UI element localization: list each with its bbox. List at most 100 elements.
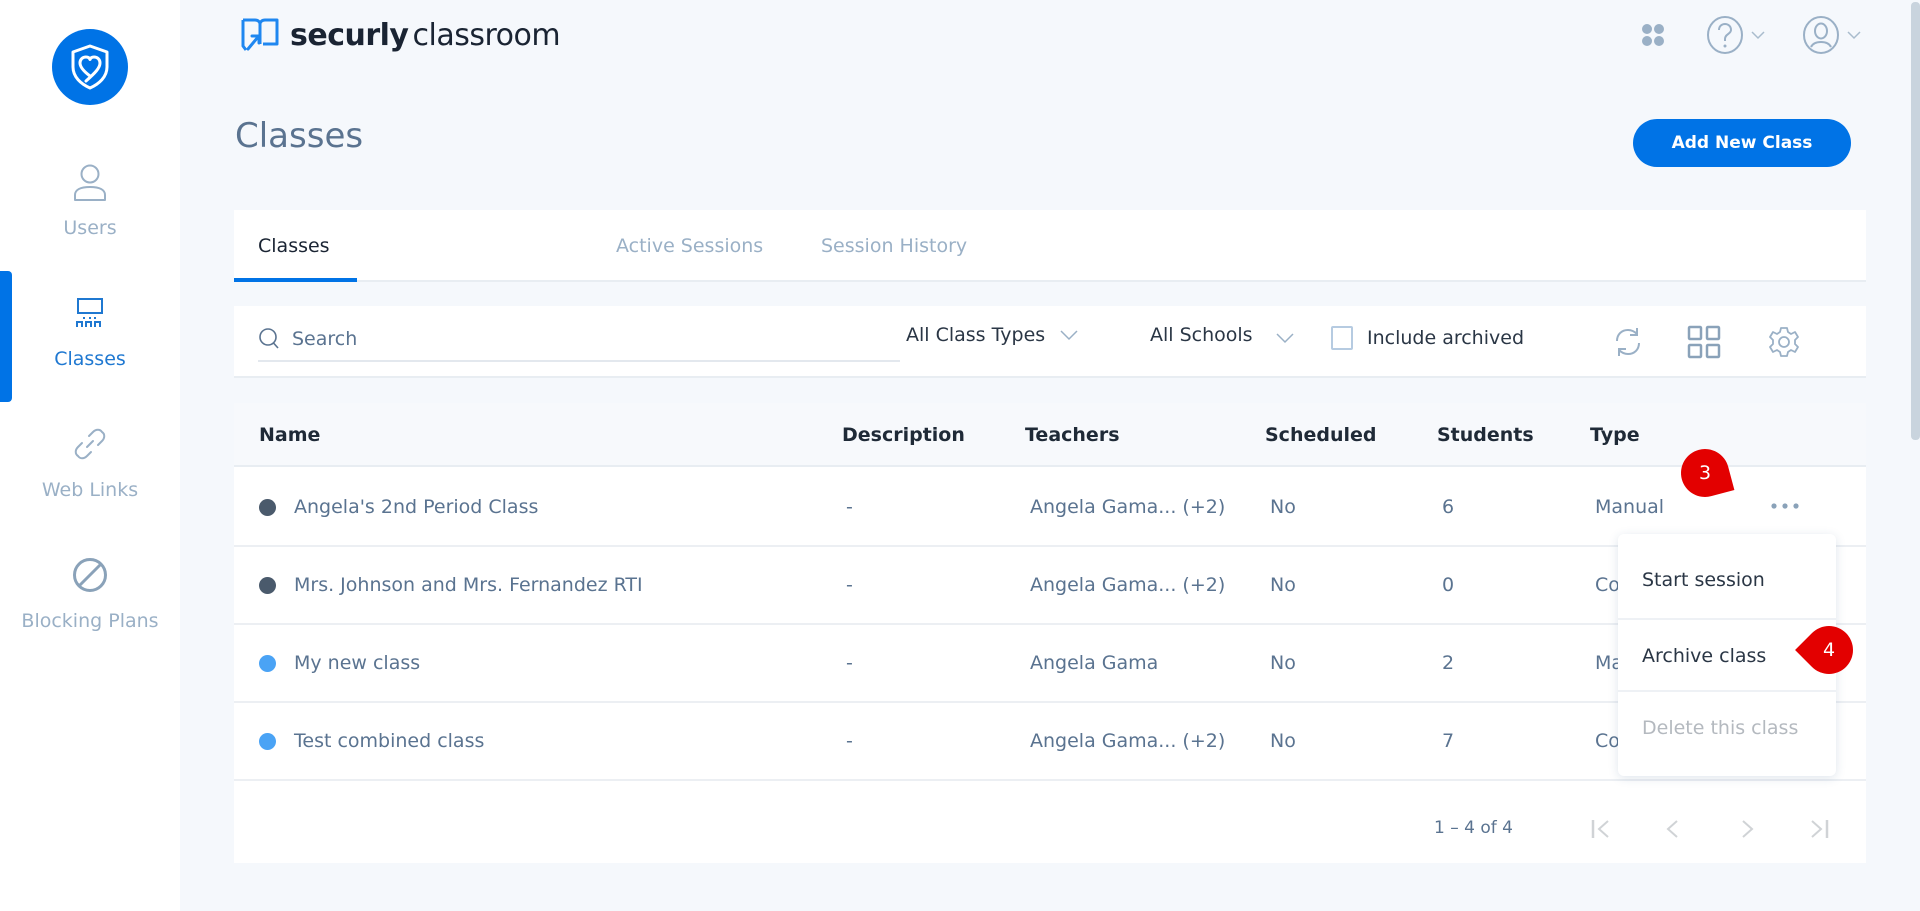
class-status-dot — [259, 577, 276, 594]
class-description: - — [846, 730, 853, 752]
sidebar-item-label: Blocking Plans — [21, 610, 159, 632]
sidebar-item-web-links[interactable]: Web Links — [0, 402, 180, 532]
column-header-type[interactable]: Type — [1590, 403, 1640, 467]
class-description: - — [846, 496, 853, 518]
brand-name-bold: securly — [290, 17, 409, 53]
chevron-down-icon — [1751, 31, 1765, 40]
filter-toolbar: All Class Types All Schools Include arch… — [234, 306, 1866, 378]
class-status-dot — [259, 733, 276, 750]
sidebar-item-blocking-plans[interactable]: Blocking Plans — [0, 533, 180, 663]
first-page-icon — [1591, 820, 1609, 838]
column-header-description[interactable]: Description — [842, 403, 965, 467]
column-header-name[interactable]: Name — [259, 403, 320, 467]
shield-heart-icon — [71, 44, 109, 90]
securly-logo[interactable] — [52, 29, 128, 105]
account-icon — [1803, 16, 1839, 54]
last-page-icon — [1811, 820, 1829, 838]
school-filter-dropdown[interactable]: All Schools — [1150, 324, 1295, 346]
help-menu-button[interactable] — [1706, 15, 1766, 55]
page-title: Classes — [235, 116, 364, 156]
search-input[interactable] — [292, 328, 872, 350]
sidebar-item-users[interactable]: Users — [0, 140, 180, 270]
account-menu-button[interactable] — [1802, 15, 1862, 55]
class-name[interactable]: Mrs. Johnson and Mrs. Fernandez RTI — [294, 547, 643, 623]
table-header: Name Description Teachers Scheduled Stud… — [234, 403, 1866, 467]
class-name[interactable]: My new class — [294, 625, 420, 701]
chevron-down-icon — [1276, 333, 1294, 344]
class-type: Co — [1595, 730, 1620, 752]
class-teachers: Angela Gama... (+2) — [1030, 574, 1226, 596]
scrollbar-thumb[interactable] — [1911, 2, 1920, 440]
refresh-button[interactable] — [1608, 322, 1648, 362]
include-archived-toggle[interactable]: Include archived — [1331, 326, 1524, 350]
chevron-right-icon — [1742, 820, 1754, 838]
search-field[interactable] — [258, 318, 900, 362]
securly-classroom-logo-icon — [241, 18, 279, 51]
start-session-menu-item[interactable]: Start session — [1618, 544, 1836, 616]
class-scheduled: No — [1270, 652, 1296, 674]
table-settings-button[interactable] — [1764, 322, 1804, 362]
column-header-scheduled[interactable]: Scheduled — [1265, 403, 1377, 467]
active-tab-indicator — [234, 278, 357, 282]
class-students: 2 — [1442, 652, 1455, 674]
refresh-icon — [1616, 328, 1640, 356]
user-icon — [70, 162, 110, 202]
classroom-icon — [70, 293, 110, 333]
last-page-button[interactable] — [1804, 814, 1834, 844]
tab-bar: Classes Active Sessions Session History — [234, 210, 1866, 282]
class-name[interactable]: Test combined class — [294, 703, 484, 779]
grid-view-icon — [1687, 325, 1721, 359]
class-type-filter-value: All Class Types — [906, 324, 1046, 346]
block-icon — [70, 555, 110, 595]
class-teachers: Angela Gama... (+2) — [1030, 730, 1226, 752]
class-description: - — [846, 574, 853, 596]
pagination-range: 1 – 4 of 4 — [1434, 818, 1513, 838]
sidebar-item-label: Users — [63, 217, 117, 239]
class-scheduled: No — [1270, 496, 1296, 518]
class-name[interactable]: Angela's 2nd Period Class — [294, 469, 538, 545]
more-horizontal-icon — [1771, 503, 1799, 509]
class-type: Co — [1595, 574, 1620, 596]
brand-logo[interactable]: securly classroom — [240, 15, 561, 55]
class-scheduled: No — [1270, 574, 1296, 596]
delete-class-menu-item: Delete this class — [1618, 690, 1836, 762]
add-new-class-button[interactable]: Add New Class — [1633, 119, 1851, 167]
gear-icon — [1769, 327, 1799, 357]
brand-name-light: classroom — [412, 17, 561, 53]
class-students: 6 — [1442, 496, 1455, 518]
pagination: 1 – 4 of 4 — [234, 794, 1866, 863]
class-type-filter-dropdown[interactable]: All Class Types — [906, 324, 1079, 346]
next-page-button[interactable] — [1732, 814, 1762, 844]
class-description: - — [846, 652, 853, 674]
school-filter-value: All Schools — [1150, 324, 1253, 346]
tab-active-sessions[interactable]: Active Sessions — [592, 210, 787, 282]
grid-view-button[interactable] — [1684, 322, 1724, 362]
search-icon — [259, 328, 279, 349]
class-status-dot — [259, 655, 276, 672]
chevron-left-icon — [1666, 820, 1678, 838]
class-status-dot — [259, 499, 276, 516]
column-header-students[interactable]: Students — [1437, 403, 1534, 467]
sidebar-item-classes[interactable]: Classes — [0, 271, 180, 401]
class-teachers: Angela Gama — [1030, 652, 1159, 674]
class-teachers: Angela Gama... (+2) — [1030, 496, 1226, 518]
tab-session-history[interactable]: Session History — [797, 210, 991, 282]
class-students: 0 — [1442, 574, 1455, 596]
row-actions-menu-button[interactable] — [1765, 491, 1805, 521]
first-page-button[interactable] — [1586, 814, 1616, 844]
class-scheduled: No — [1270, 730, 1296, 752]
step-number: 3 — [1698, 462, 1712, 484]
link-icon — [70, 424, 110, 464]
step-number: 4 — [1822, 639, 1836, 661]
tab-classes[interactable]: Classes — [234, 210, 354, 282]
chevron-down-icon — [1060, 330, 1078, 341]
include-archived-checkbox[interactable] — [1331, 326, 1353, 350]
apps-button[interactable] — [1640, 22, 1666, 48]
help-icon — [1707, 16, 1743, 54]
previous-page-button[interactable] — [1658, 814, 1688, 844]
chevron-down-icon — [1847, 31, 1861, 40]
sidebar: Users Classes Web Links Blocking Plans — [0, 0, 180, 911]
sidebar-item-label: Classes — [54, 348, 126, 370]
sidebar-item-label: Web Links — [41, 479, 139, 501]
column-header-teachers[interactable]: Teachers — [1025, 403, 1120, 467]
